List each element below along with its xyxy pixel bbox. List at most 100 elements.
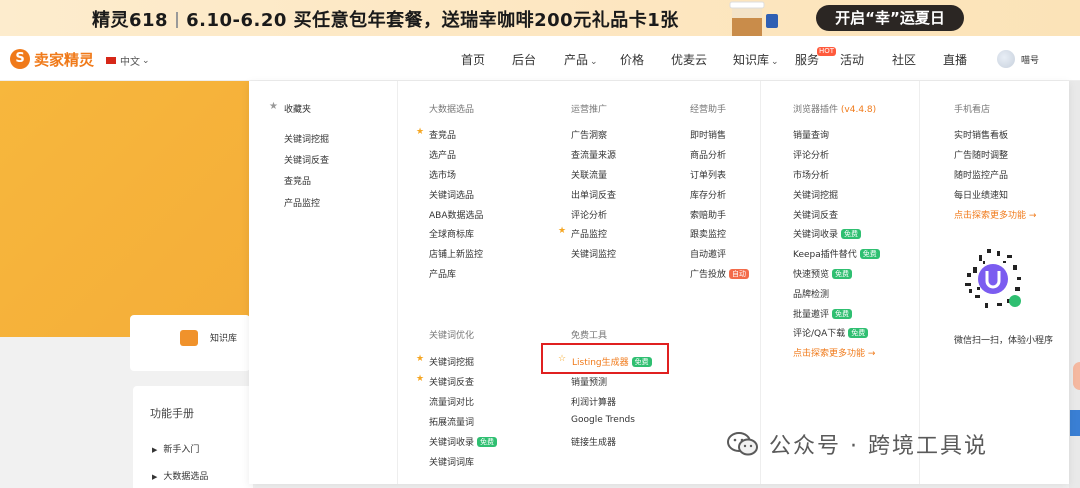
wechat-icon: [727, 432, 758, 456]
username[interactable]: 喵号: [1021, 53, 1039, 66]
free-badge: 免费: [832, 269, 853, 279]
browser-item[interactable]: 评论分析: [793, 148, 829, 161]
browser-item[interactable]: 关键词挖掘: [793, 188, 838, 201]
bigdata-item[interactable]: 全球商标库: [429, 227, 474, 240]
nav-backend[interactable]: 后台: [512, 51, 536, 68]
browser-item[interactable]: 快速预览 免费: [793, 267, 853, 280]
promo-banner[interactable]: 精灵618 6.10-6.20 买任意包年套餐，送瑞幸咖啡200元礼品卡1张 开启…: [0, 0, 1080, 36]
folder-icon: [180, 330, 198, 346]
kwopt-title: 关键词优化: [429, 331, 475, 341]
browser-item[interactable]: 评论/QA下载 免费: [793, 326, 869, 339]
nav-community[interactable]: 社区: [892, 51, 916, 68]
qr-caption: 微信扫一扫，体验小程序: [954, 336, 1054, 346]
browser-item[interactable]: 批量邀评 免费: [793, 307, 853, 320]
wechat-watermark: 公众号 · 跨境工具说: [727, 428, 988, 460]
avatar[interactable]: [997, 50, 1015, 68]
triangle-right-icon: ▶: [152, 446, 158, 454]
nav-youmaiyun[interactable]: 优麦云: [671, 51, 707, 68]
assist-item[interactable]: 索赔助手: [690, 208, 726, 221]
browser-more-link[interactable]: 点击探索更多功能 →: [793, 346, 875, 359]
mobile-item[interactable]: 广告随时调整: [954, 148, 1008, 161]
free-badge: 免费: [841, 229, 862, 239]
freetools-item[interactable]: 销量预测: [571, 375, 607, 388]
star-outline-icon: ☆: [558, 354, 567, 364]
fav-item[interactable]: 关键词反查: [284, 153, 329, 166]
kwopt-item[interactable]: 拓展流量词: [429, 415, 474, 428]
manual-item[interactable]: ▶ 新手入门: [152, 442, 199, 455]
mobile-item[interactable]: 实时销售看板: [954, 128, 1008, 141]
nav-knowledge[interactable]: 知识库 ⌄: [733, 51, 779, 68]
browser-item[interactable]: 市场分析: [793, 168, 829, 181]
free-badge: 免费: [859, 249, 880, 259]
bigdata-item[interactable]: 选市场: [429, 168, 456, 181]
kwopt-item[interactable]: 关键词收录 免费: [429, 435, 498, 448]
ops-title: 运营推广: [571, 105, 608, 115]
free-badge: 免费: [631, 357, 652, 367]
fav-item[interactable]: 产品监控: [284, 196, 320, 209]
star-icon: ★: [558, 226, 567, 236]
freetools-item[interactable]: 利润计算器: [571, 395, 616, 408]
bigdata-item[interactable]: 选产品: [429, 148, 456, 161]
hot-badge: HOT: [817, 47, 837, 56]
browser-item[interactable]: 关键词收录 免费: [793, 227, 862, 240]
freetools-item[interactable]: 链接生成器: [571, 435, 616, 448]
bigdata-item[interactable]: 查竞品: [429, 128, 456, 141]
mobile-item[interactable]: 每日业绩速知: [954, 188, 1008, 201]
nav-home[interactable]: 首页: [461, 51, 485, 68]
nav-live[interactable]: 直播: [943, 51, 967, 68]
kwopt-item[interactable]: 关键词挖掘: [429, 355, 474, 368]
star-icon: ★: [269, 101, 278, 112]
favorites-title: 收藏夹: [284, 105, 312, 115]
assist-item[interactable]: 订单列表: [690, 168, 726, 181]
summer-cta-button[interactable]: 开启“幸”运夏日: [816, 5, 964, 31]
browser-item[interactable]: 关键词反查: [793, 208, 838, 221]
nav-activities[interactable]: 活动: [840, 51, 864, 68]
mobile-item[interactable]: 随时监控产品: [954, 168, 1008, 181]
mobile-more-link[interactable]: 点击探索更多功能 →: [954, 208, 1036, 221]
bigdata-item[interactable]: ABA数据选品: [429, 208, 484, 221]
ops-item[interactable]: 产品监控: [571, 227, 607, 240]
nav-pricing[interactable]: 价格: [620, 51, 644, 68]
floating-service-icon[interactable]: [1070, 410, 1080, 436]
chevron-down-icon: ⌄: [590, 57, 598, 67]
manual-title: 功能手册: [150, 407, 194, 420]
bigdata-title: 大数据选品: [429, 105, 475, 115]
ops-item[interactable]: 出单词反查: [571, 188, 616, 201]
assist-item[interactable]: 即时销售: [690, 128, 726, 141]
kwopt-item[interactable]: 关键词词库: [429, 455, 474, 468]
top-nav: S 卖家精灵 中文 ⌄ 首页 后台 产品 ⌄ 价格 优麦云 知识库 ⌄ 服务 HOT…: [0, 36, 1080, 81]
mini-program-qr-icon[interactable]: [957, 243, 1029, 315]
listing-generator-link[interactable]: Listing生成器 免费: [572, 355, 652, 368]
assist-item[interactable]: 跟卖监控: [690, 227, 726, 240]
bigdata-item[interactable]: 店铺上新监控: [429, 247, 483, 260]
browser-item[interactable]: Keepa插件替代 免费: [793, 247, 880, 260]
browser-item[interactable]: 销量查询: [793, 128, 829, 141]
fav-item[interactable]: 关键词挖掘: [284, 132, 329, 145]
manual-item[interactable]: ▶ 大数据选品: [152, 469, 208, 482]
nav-products[interactable]: 产品 ⌄: [564, 51, 598, 68]
star-icon: ★: [416, 354, 425, 364]
browser-item[interactable]: 品牌检测: [793, 287, 829, 300]
ops-item[interactable]: 关联流量: [571, 168, 607, 181]
ops-item[interactable]: 广告洞察: [571, 128, 607, 141]
assist-item[interactable]: 广告投放 自动: [690, 267, 750, 280]
bigdata-item[interactable]: 关键词选品: [429, 188, 474, 201]
kwopt-item[interactable]: 关键词反查: [429, 375, 474, 388]
divider: [397, 81, 398, 484]
ops-item[interactable]: 关键词监控: [571, 247, 616, 260]
ops-item[interactable]: 评论分析: [571, 208, 607, 221]
assist-item[interactable]: 自动邀评: [690, 247, 726, 260]
assist-item[interactable]: 库存分析: [690, 188, 726, 201]
fav-item[interactable]: 查竞品: [284, 174, 311, 187]
bigdata-item[interactable]: 产品库: [429, 267, 456, 280]
nav-services[interactable]: 服务: [795, 51, 819, 68]
kwopt-item[interactable]: 流量词对比: [429, 395, 474, 408]
floating-avatar-icon[interactable]: [1073, 362, 1080, 390]
freetools-item[interactable]: Google Trends: [571, 415, 635, 425]
star-icon: ★: [416, 127, 425, 137]
chevron-down-icon: ⌄: [771, 57, 779, 67]
ops-item[interactable]: 查流量来源: [571, 148, 616, 161]
assist-item[interactable]: 商品分析: [690, 148, 726, 161]
triangle-right-icon: ▶: [152, 473, 158, 481]
divider: [919, 81, 920, 484]
